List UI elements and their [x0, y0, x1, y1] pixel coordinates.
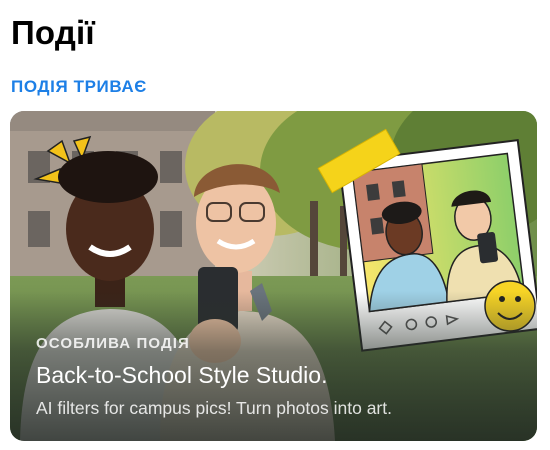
event-card[interactable]: ОСОБЛИВА ПОДІЯ Back-to-School Style Stud… — [10, 111, 537, 441]
page-title: Події — [11, 14, 95, 51]
event-subtitle: AI filters for campus pics! Turn photos … — [36, 398, 392, 418]
event-title: Back-to-School Style Studio. — [36, 362, 328, 388]
event-status-label: ПОДІЯ ТРИВАЄ — [11, 77, 147, 96]
event-kicker: ОСОБЛИВА ПОДІЯ — [36, 335, 190, 352]
